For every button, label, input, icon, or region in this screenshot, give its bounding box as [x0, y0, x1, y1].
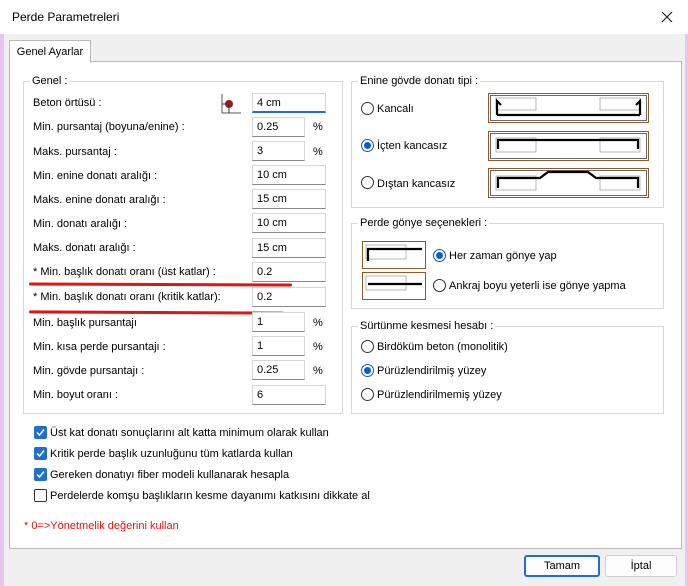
radio-birdokum-beton-label: Birdöküm beton (monolitik) — [377, 341, 508, 353]
radio-puruzlendirilmemis[interactable] — [361, 388, 374, 401]
close-icon — [661, 11, 673, 23]
row-label-min-baslik-kritik: * Min. başlık donatı oranı (kritik katla… — [33, 291, 221, 303]
checkbox-komsu-basliklar-label: Perdelerde komşu başlıkların kesme dayan… — [50, 490, 370, 502]
min-baslik-ust-input[interactable] — [252, 262, 326, 282]
row-label-maks-enine-donati: Maks. enine donatı aralığı : — [33, 194, 166, 206]
maks-donati-araligi-input[interactable] — [252, 238, 326, 258]
min-pursantaj-input[interactable] — [252, 117, 305, 137]
enine-group-title: Enine gövde donatı tipi : — [358, 75, 481, 87]
icten-kancasiz-diagram-icon — [488, 131, 649, 161]
row-label-min-baslik-pursantaji: Min. başlık pursantajı — [33, 317, 137, 329]
maks-enine-donati-input[interactable] — [252, 189, 326, 209]
radio-birdokum-beton[interactable] — [361, 340, 374, 353]
min-baslik-pursantaji-input[interactable] — [252, 312, 305, 332]
checkbox-komsu-basliklar[interactable] — [34, 489, 47, 502]
gonye-yapma-diagram-icon — [362, 272, 426, 300]
row-label-maks-pursantaj: Maks. pursantaj : — [33, 146, 117, 158]
cancel-button[interactable]: İptal — [605, 555, 677, 577]
min-baslik-pursantaji-unit: % — [313, 317, 323, 329]
row-label-min-boyut-orani: Min. boyut oranı : — [33, 389, 118, 401]
checkbox-ust-kat-sonuclari-label: Üst kat donatı sonuçlarını alt katta min… — [50, 427, 329, 439]
checkmark-icon — [36, 429, 45, 437]
min-boyut-orani-input[interactable] — [252, 385, 326, 405]
radio-icten-kancasiz[interactable] — [361, 139, 374, 152]
checkbox-ust-kat-sonuclari[interactable] — [34, 426, 47, 439]
ok-button[interactable]: Tamam — [524, 555, 600, 577]
checkbox-fiber-modeli[interactable] — [34, 468, 47, 481]
radio-distan-kancasiz-label: Dıştan kancasız — [377, 178, 456, 190]
radio-kancali[interactable] — [361, 102, 374, 115]
radio-puruzlendirilmis-label: Pürüzlendirilmiş yüzey — [377, 365, 487, 377]
row-label-maks-donati-araligi: Maks. donatı aralığı : — [33, 242, 136, 254]
maks-pursantaj-input[interactable] — [252, 141, 305, 161]
min-pursantaj-unit: % — [313, 121, 323, 133]
row-label-min-enine-donati: Min. enine donatı aralığı : — [33, 170, 158, 182]
beton-ortusu-input[interactable] — [252, 93, 326, 113]
min-govde-pursantaji-unit: % — [313, 365, 323, 377]
radio-distan-kancasiz[interactable] — [361, 176, 374, 189]
radio-puruzlendirilmemis-label: Pürüzlendirilmemiş yüzey — [377, 389, 502, 401]
min-baslik-kritik-input[interactable] — [252, 287, 326, 307]
note-text: * 0=>Yönetmelik değerini kullan — [24, 520, 179, 532]
checkbox-kritik-perde-baslik[interactable] — [34, 447, 47, 460]
radio-kancali-label: Kancalı — [377, 103, 414, 115]
gonye-group-title: Perde gönye seçenekleri : — [358, 217, 490, 229]
row-label-min-donati-araligi: Min. donatı aralığı : — [33, 218, 128, 230]
min-kisa-perde-input[interactable] — [252, 336, 305, 356]
min-kisa-perde-unit: % — [313, 341, 323, 353]
kancali-diagram-icon — [488, 93, 649, 123]
window-title: Perde Parametreleri — [12, 10, 120, 24]
checkbox-kritik-perde-baslik-label: Kritik perde başlık uzunluğunu tüm katla… — [50, 448, 293, 460]
radio-ankraj-gonye-yapma-label: Ankraj boyu yeterli ise gönye yapma — [449, 280, 626, 292]
min-enine-donati-input[interactable] — [252, 165, 326, 185]
row-label-min-govde-pursantaji: Min. gövde pursantajı : — [33, 365, 145, 377]
min-govde-pursantaji-input[interactable] — [252, 360, 305, 380]
background-strip-left — [0, 34, 4, 586]
checkmark-icon — [36, 471, 45, 479]
tab-genel-ayarlar[interactable]: Genel Ayarlar — [9, 40, 91, 63]
genel-group-title: Genel : — [30, 75, 70, 87]
surtunme-group-title: Sürtünme kesmesi hesabı : — [358, 320, 496, 332]
maks-pursantaj-unit: % — [313, 146, 323, 158]
radio-her-zaman-gonye-label: Her zaman gönye yap — [449, 250, 557, 262]
radio-ankraj-gonye-yapma[interactable] — [433, 279, 446, 292]
radio-icten-kancasiz-label: İçten kancasız — [377, 140, 448, 152]
row-label-min-baslik-ust: * Min. başlık donatı oranı (üst katlar) … — [33, 266, 216, 278]
radio-her-zaman-gonye[interactable] — [433, 249, 446, 262]
min-donati-araligi-input[interactable] — [252, 213, 326, 233]
close-button[interactable] — [654, 4, 680, 30]
distan-kancasiz-diagram-icon — [488, 168, 649, 198]
checkmark-icon — [36, 450, 45, 458]
row-label-min-kisa-perde: Min. kısa perde pursantajı : — [33, 341, 166, 353]
row-label-min-pursantaj: Min. pursantaj (boyuna/enine) : — [33, 121, 185, 133]
gonye-yap-diagram-icon — [362, 241, 426, 269]
checkbox-fiber-modeli-label: Gereken donatıyı fiber modeli kullanarak… — [50, 469, 290, 481]
row-label-beton-ortusu: Beton örtüsü : — [33, 97, 102, 109]
radio-puruzlendirilmis[interactable] — [361, 364, 374, 377]
cover-icon — [220, 92, 242, 114]
